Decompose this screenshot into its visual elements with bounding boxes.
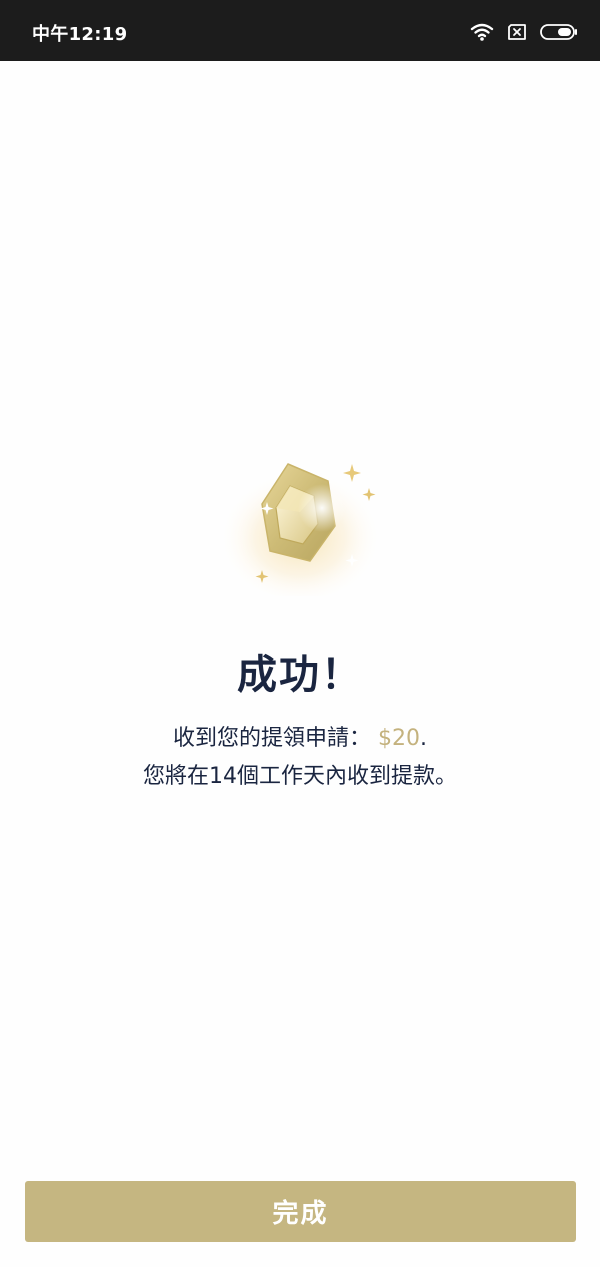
done-button[interactable]: 完成 [25, 1181, 576, 1242]
withdrawal-amount: $20 [378, 726, 420, 751]
request-received-label: 收到您的提領申請： [172, 726, 371, 751]
success-title: 成功！ [237, 652, 363, 698]
success-content: 成功！ 收到您的提領申請： $20. 您將在14個工作天內收到提款。 [0, 0, 600, 1267]
request-received-suffix: . [420, 726, 427, 751]
gem-icon [210, 446, 390, 599]
request-received-text: 收到您的提領申請： $20. [0, 720, 600, 752]
withdrawal-success-screen: 中午12:19 成功！ 收到您的提領申請： $20. 您將在14個工作天內收到提… [0, 0, 600, 1267]
processing-time-text: 您將在14個工作天內收到提款。 [143, 764, 457, 789]
